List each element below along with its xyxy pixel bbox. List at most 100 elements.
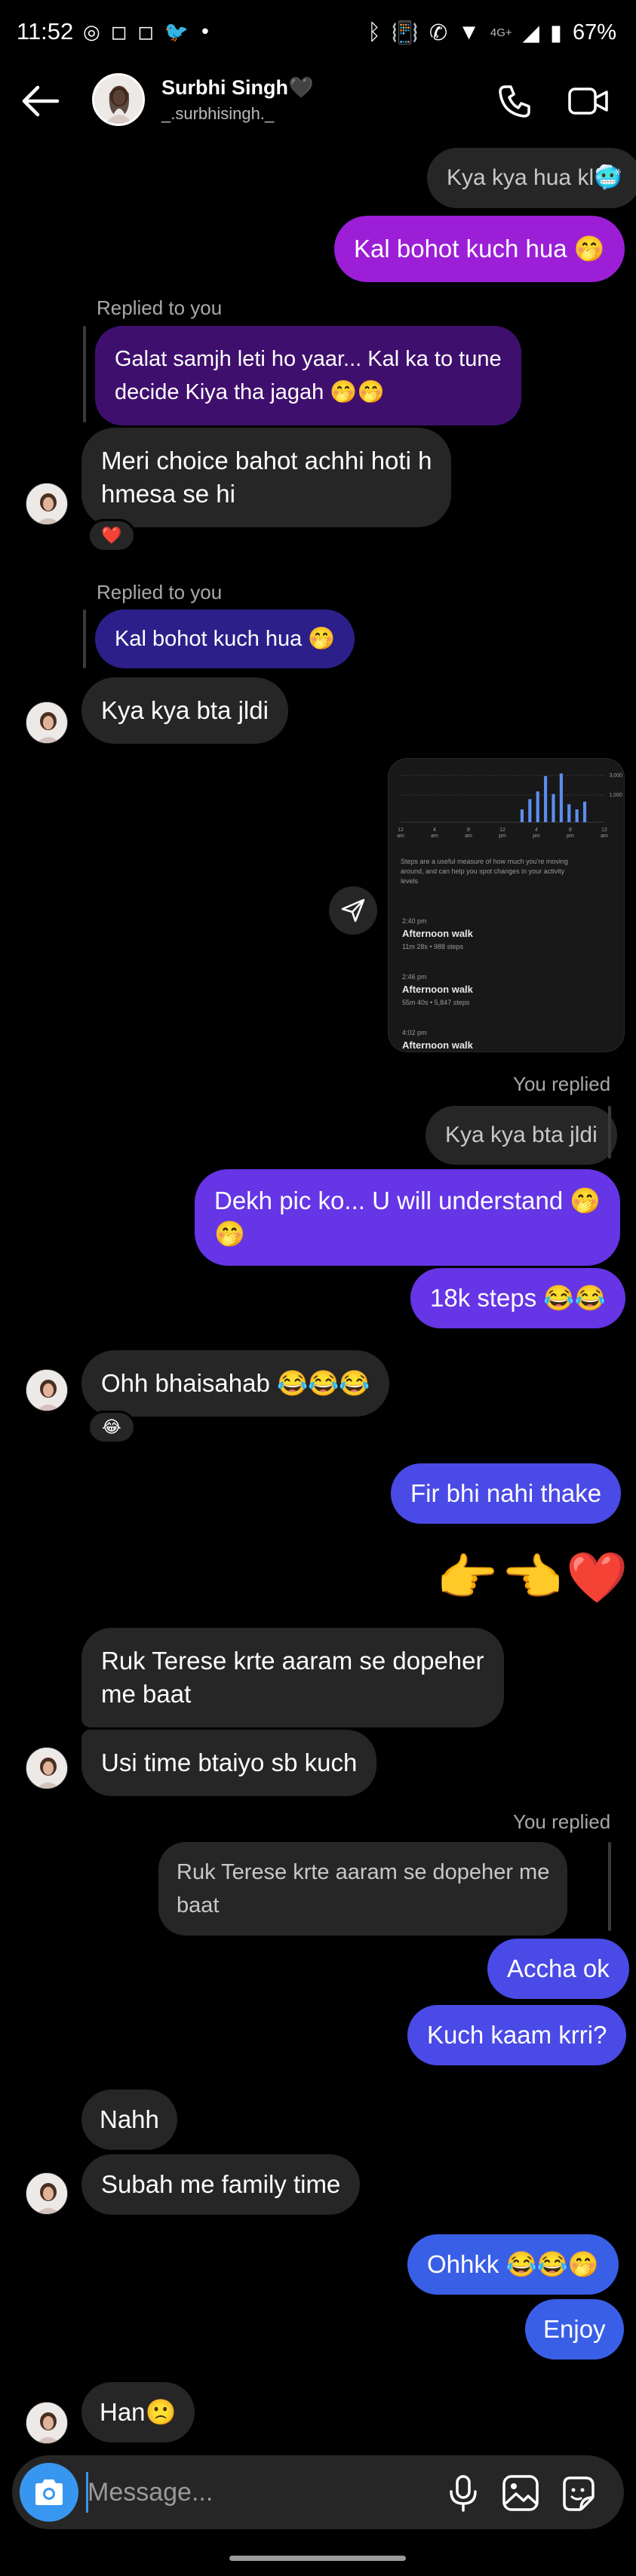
message-outgoing[interactable]: Dekh pic ko... U will understand 🤭 🤭 xyxy=(195,1169,621,1266)
dot-icon: • xyxy=(199,21,211,44)
steps-description-line: Steps are a useful measure of how much y… xyxy=(401,858,568,865)
you-replied-label: You replied xyxy=(513,1810,611,1833)
profile-photo-icon xyxy=(26,702,67,743)
profile-photo-icon xyxy=(94,75,143,124)
message-incoming-quoted[interactable]: Kya kya hua kl🥶 xyxy=(427,148,636,208)
steps-description-line: around, and can help you spot changes in… xyxy=(401,867,565,875)
message-incoming[interactable]: Ruk Terese krte aaram se dopeher me baat xyxy=(81,1628,504,1727)
message-incoming[interactable]: Kya kya bta jldi xyxy=(81,677,288,744)
reaction-laugh[interactable]: 😂 xyxy=(88,1411,136,1444)
message-text: Han🙁 xyxy=(100,2398,177,2426)
message-text: Accha ok xyxy=(507,1954,610,1982)
chart-y-tick: 3,000 xyxy=(609,773,622,778)
instagram-icon: ◻ xyxy=(110,21,128,44)
message-text-line: hmesa se hi xyxy=(101,480,235,508)
contact-handle[interactable]: _.surbhisingh._ xyxy=(161,104,274,124)
message-outgoing[interactable]: Kuch kaam krri? xyxy=(407,2005,627,2065)
wifi-call-icon: ✆ xyxy=(429,21,448,45)
profile-photo-icon xyxy=(26,2403,67,2443)
message-incoming[interactable]: Subah me family time xyxy=(81,2154,361,2215)
quoted-text-line: Ruk Terese krte aaram se dopeher me xyxy=(177,1860,550,1884)
quoted-text: Kya kya bta jldi xyxy=(445,1122,598,1147)
message-incoming[interactable]: Meri choice bahot achhi hoti h hmesa se … xyxy=(81,428,452,527)
reply-bar xyxy=(608,1106,611,1159)
message-text: Kya kya bta jldi xyxy=(101,696,269,724)
message-text: 18k steps 😂😂 xyxy=(430,1284,606,1312)
message-text: Kuch kaam krri? xyxy=(427,2021,607,2049)
phone-icon[interactable] xyxy=(496,83,533,119)
message-text-line: Ruk Terese krte aaram se dopeher xyxy=(101,1647,484,1675)
sticker-icon[interactable] xyxy=(558,2473,598,2513)
quoted-message[interactable]: Galat samjh leti ho yaar... Kal ka to tu… xyxy=(95,326,521,425)
message-outgoing[interactable]: Accha ok xyxy=(487,1939,629,1999)
message-incoming[interactable]: Usi time btaiyo sb kuch xyxy=(81,1730,377,1796)
replied-label: Replied to you xyxy=(97,296,223,319)
profile-photo-icon xyxy=(26,1370,67,1411)
gallery-icon[interactable] xyxy=(501,2473,540,2513)
home-indicator[interactable] xyxy=(229,2556,406,2561)
instagram-icon: ◻ xyxy=(137,21,154,44)
chat-header: Surbhi Singh🖤 _.surbhisingh._ xyxy=(0,68,636,134)
walk-title: Afternoon walk xyxy=(402,984,473,995)
chart-x-tick: 4 am xyxy=(431,827,438,839)
reaction-heart[interactable]: ❤️ xyxy=(88,519,136,552)
contact-name[interactable]: Surbhi Singh🖤 xyxy=(161,75,314,100)
quoted-text: Kal bohot kuch hua 🤭 xyxy=(115,627,336,651)
message-outgoing[interactable]: Ohhkk 😂😂🤭 xyxy=(407,2234,619,2295)
quoted-text-line: Galat samjh leti ho yaar... Kal ka to tu… xyxy=(115,347,502,371)
network-type: 4G+ xyxy=(490,26,512,39)
avatar[interactable] xyxy=(26,2402,68,2444)
chart-bar xyxy=(544,775,548,822)
quoted-message[interactable]: Kal bohot kuch hua 🤭 xyxy=(95,609,355,668)
shared-screenshot[interactable]: 3,000 1,000 12 am 4 am 8 am 12 pm 4 pm 8 pm 12 am Steps… xyxy=(388,758,625,1052)
message-text-line: Dekh pic ko... U will understand 🤭 xyxy=(214,1187,601,1214)
message-incoming[interactable]: Ohh bhaisahab 😂😂😂 xyxy=(81,1350,390,1417)
chart-x-tick: 4 pm xyxy=(533,827,540,839)
avatar[interactable] xyxy=(26,2172,68,2215)
message-text: Fir bhi nahi thake xyxy=(410,1479,602,1507)
avatar[interactable] xyxy=(26,1747,68,1789)
message-outgoing[interactable]: Enjoy xyxy=(525,2299,624,2360)
message-text-line: Meri choice bahot achhi hoti h xyxy=(101,447,432,474)
chart-bar xyxy=(552,794,555,822)
message-text: Usi time btaiyo sb kuch xyxy=(101,1749,358,1776)
vibrate-icon: 📳 xyxy=(391,20,419,45)
avatar[interactable] xyxy=(26,702,68,744)
avatar[interactable] xyxy=(92,73,145,126)
status-time: 11:52 xyxy=(17,18,74,45)
chart-x-tick: 12 am xyxy=(397,827,404,839)
you-replied-label: You replied xyxy=(513,1073,611,1095)
message-text: Ohhkk 😂😂🤭 xyxy=(427,2250,599,2278)
wifi-icon: ▼ xyxy=(458,20,480,45)
quoted-message[interactable]: Kya kya bta jldi xyxy=(426,1106,617,1165)
twitter-icon: 🐦 xyxy=(164,21,189,44)
message-incoming[interactable]: Nahh xyxy=(81,2089,177,2150)
reply-bar xyxy=(608,1842,611,1931)
message-incoming[interactable]: Han🙁 xyxy=(81,2382,195,2442)
walk-stats: 55m 40s • ⁠5,847 steps xyxy=(402,999,470,1006)
message-outgoing[interactable]: 18k steps 😂😂 xyxy=(410,1268,625,1328)
send-icon xyxy=(341,898,365,923)
message-outgoing[interactable]: Fir bhi nahi thake xyxy=(391,1463,622,1524)
avatar[interactable] xyxy=(26,483,68,525)
walk-time: 2:46 pm xyxy=(402,973,427,981)
profile-photo-icon xyxy=(26,2173,67,2214)
share-button[interactable] xyxy=(329,886,377,935)
avatar[interactable] xyxy=(26,1369,68,1411)
video-call-icon[interactable] xyxy=(567,83,610,119)
microphone-icon[interactable] xyxy=(444,2473,483,2513)
status-bar: 11:52 ◎ ◻ ◻ 🐦 • ᛒ 📳 ✆ ▼ 4G+ ◢ ▮ 67% xyxy=(0,0,636,68)
back-arrow-icon[interactable] xyxy=(21,83,60,119)
message-outgoing[interactable]: Kal bohot kuch hua 🤭 xyxy=(334,216,625,282)
quoted-text-line: decide Kiya tha jagah 🤭🤭 xyxy=(115,380,385,404)
emoji-message[interactable]: 👉👈❤️ xyxy=(436,1548,631,1608)
bluetooth-icon: ᛒ xyxy=(367,20,381,45)
walk-time: 4:02 pm xyxy=(402,1029,427,1036)
battery-percent: 67% xyxy=(572,20,616,45)
message-input[interactable] xyxy=(88,2472,412,2513)
message-text-line: 🤭 xyxy=(214,1220,246,1248)
battery-icon: ▮ xyxy=(549,21,562,45)
camera-button[interactable] xyxy=(20,2463,78,2522)
quoted-message[interactable]: Ruk Terese krte aaram se dopeher me baat xyxy=(158,1842,568,1936)
walk-stats: 11m 28s • ⁠988 steps xyxy=(402,943,464,950)
